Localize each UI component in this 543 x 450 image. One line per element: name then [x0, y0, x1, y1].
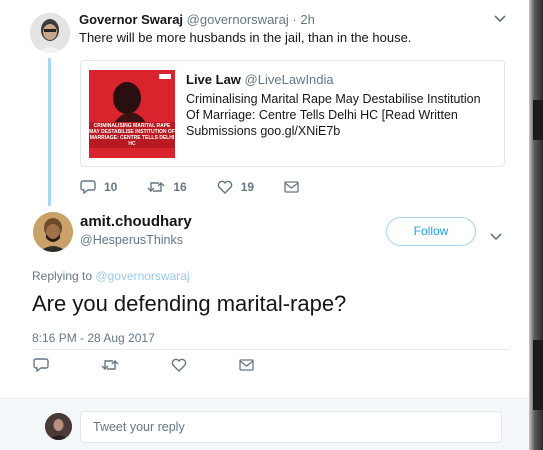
tweet-time[interactable]: 2h [300, 12, 314, 27]
envelope-icon [239, 358, 254, 371]
tweet-text: Are you defending marital-rape? [32, 291, 347, 316]
divider [32, 349, 509, 350]
heart-icon [217, 180, 233, 194]
retweet-icon [147, 180, 165, 194]
thread-line [48, 58, 51, 206]
direct-message-button[interactable] [284, 180, 299, 193]
author-name[interactable]: Governor Swaraj [79, 12, 183, 27]
tweet-text: There will be more husbands in the jail,… [79, 30, 412, 45]
author-name[interactable]: amit.choudhary [80, 213, 192, 230]
quote-text: Criminalising Marital Rape May Destabili… [186, 92, 481, 138]
main-tweet: amit.choudhary @HesperusThinks Follow Re… [0, 205, 529, 395]
tweet-timestamp[interactable]: 8:16 PM - 28 Aug 2017 [32, 331, 155, 345]
reply-icon [80, 179, 96, 194]
quote-thumbnail: CRIMINALISING MARITAL RAPE MAY DESTABILI… [89, 70, 175, 158]
chevron-down-icon[interactable] [490, 230, 502, 244]
quoted-tweet-card[interactable]: CRIMINALISING MARITAL RAPE MAY DESTABILI… [80, 60, 505, 167]
reply-count: 10 [104, 179, 118, 194]
separator: · [292, 12, 297, 27]
tweet-actions: 10 16 19 [80, 179, 329, 194]
quote-author-handle: @LiveLawIndia [244, 72, 334, 87]
heart-icon [171, 358, 187, 372]
follow-button[interactable]: Follow [386, 217, 476, 246]
avatar[interactable] [33, 212, 73, 252]
replying-to: Replying to @governorswaraj [32, 269, 190, 283]
reply-input[interactable]: Tweet your reply [80, 411, 502, 443]
retweet-count: 16 [173, 179, 187, 194]
retweet-button[interactable]: 16 [147, 179, 187, 194]
tweet-header: Governor Swaraj @governorswaraj · 2h [79, 12, 315, 27]
reply-button[interactable]: 10 [80, 179, 117, 194]
author-handle[interactable]: @HesperusThinks [80, 233, 183, 247]
replying-to-prefix: Replying to [32, 269, 96, 283]
retweet-button[interactable] [101, 358, 119, 372]
quote-author-name: Live Law [186, 72, 241, 87]
retweet-icon [101, 358, 119, 372]
reply-icon [33, 357, 49, 372]
tweet-actions [33, 357, 284, 372]
quote-header: Live Law @LiveLawIndia [186, 72, 334, 87]
like-count: 19 [240, 179, 255, 194]
chevron-down-icon[interactable] [494, 12, 506, 26]
envelope-icon [284, 180, 299, 193]
parent-tweet[interactable]: Governor Swaraj @governorswaraj · 2h The… [0, 0, 529, 206]
window-edge [529, 0, 543, 450]
like-button[interactable] [171, 358, 187, 372]
thumb-caption: CRIMINALISING MARITAL RAPE MAY DESTABILI… [89, 122, 175, 148]
author-handle[interactable]: @governorswaraj [187, 12, 289, 27]
reply-button[interactable] [33, 357, 49, 372]
reply-composer: Tweet your reply [0, 398, 529, 450]
direct-message-button[interactable] [239, 358, 254, 371]
like-button[interactable]: 19 [217, 180, 254, 194]
avatar [45, 413, 72, 440]
replying-to-handle[interactable]: @governorswaraj [95, 269, 189, 283]
avatar[interactable] [30, 13, 70, 53]
